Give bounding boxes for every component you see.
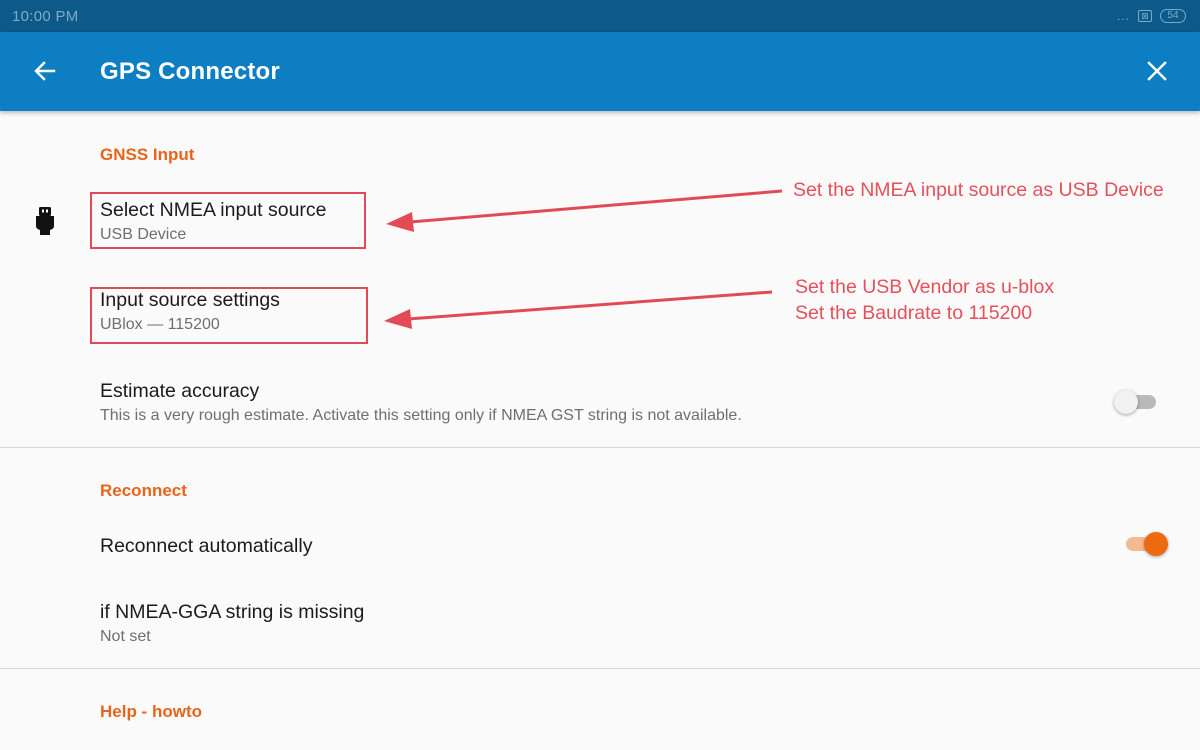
status-dots: ... [1116, 9, 1130, 23]
reconnect-auto-toggle[interactable] [1122, 530, 1168, 558]
section-title-help: Help - howto [100, 702, 202, 721]
section-title-gnss: GNSS Input [100, 145, 195, 164]
back-button[interactable] [28, 54, 62, 88]
highlight-box-source-settings [90, 287, 368, 344]
annotation-source-note: Set the NMEA input source as USB Device [793, 179, 1164, 201]
item-summary-gga-missing: Not set [100, 628, 151, 645]
estimate-accuracy-toggle[interactable] [1114, 388, 1160, 416]
status-icons: ... ⊠ 54 [1117, 8, 1186, 24]
annotation-settings-note-line1: Set the USB Vendor as u-blox [795, 276, 1055, 298]
section-divider [0, 447, 1200, 448]
close-button[interactable] [1140, 54, 1174, 88]
item-title-gga-missing: if NMEA-GGA string is missing [100, 601, 365, 623]
toggle-thumb [1144, 532, 1168, 556]
section-title-reconnect: Reconnect [100, 481, 187, 500]
close-icon [1147, 61, 1167, 81]
status-time: 10:00 PM [12, 8, 79, 25]
page-title: GPS Connector [100, 58, 280, 85]
status-bar: 10:00 PM ... ⊠ 54 [0, 0, 1200, 32]
highlight-box-nmea-source [90, 192, 366, 249]
item-summary-estimate-accuracy: This is a very rough estimate. Activate … [100, 407, 742, 424]
arrow-back-icon [34, 61, 56, 81]
item-title-estimate-accuracy: Estimate accuracy [100, 380, 260, 402]
usb-plug-icon [36, 207, 54, 235]
battery-icon: 54 [1160, 9, 1186, 23]
app-bar: GPS Connector [0, 32, 1200, 111]
annotation-settings-note-line2: Set the Baudrate to 115200 [795, 302, 1033, 324]
sim-icon: ⊠ [1138, 10, 1152, 22]
item-title-reconnect-auto: Reconnect automatically [100, 535, 313, 557]
section-divider [0, 668, 1200, 669]
toggle-thumb [1114, 390, 1138, 414]
